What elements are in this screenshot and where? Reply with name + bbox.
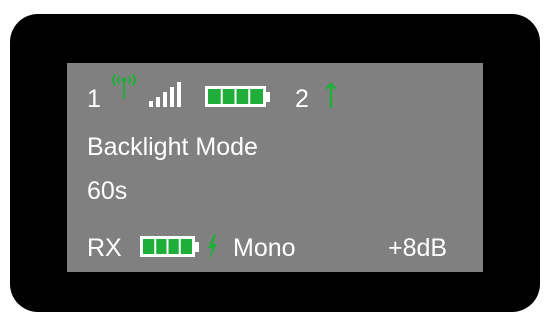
battery-full-icon <box>205 86 270 107</box>
menu-value: 60s <box>87 177 128 205</box>
signal-bars-icon <box>149 82 181 107</box>
lcd-screen: 1 2 Backlight Mode 60s RX Mono +8dB <box>67 63 483 272</box>
rx-label: RX <box>87 234 122 262</box>
antenna-signal-icon <box>112 74 136 99</box>
gain-level: +8dB <box>388 234 448 262</box>
rx-battery-full-icon <box>140 236 199 257</box>
charging-bolt-icon <box>208 234 217 260</box>
audio-mode: Mono <box>233 234 296 262</box>
menu-title: Backlight Mode <box>87 133 258 161</box>
channel-2-label: 2 <box>295 85 309 113</box>
antenna-icon <box>325 82 337 108</box>
channel-1-label: 1 <box>87 85 101 113</box>
